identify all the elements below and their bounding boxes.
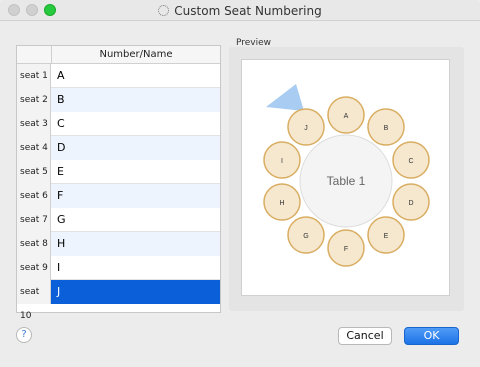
seat-name-field[interactable]: G — [51, 208, 220, 232]
seat-b: B — [367, 108, 405, 146]
seat-label: seat 7 — [17, 208, 51, 232]
table-row[interactable]: seat 6 F — [17, 184, 220, 208]
seat-label: seat 1 — [17, 64, 51, 88]
seat-f: F — [327, 229, 365, 267]
seat-d-label: D — [408, 200, 413, 207]
seat-name-field[interactable]: J — [51, 280, 220, 304]
seat-name-field[interactable]: H — [51, 232, 220, 256]
seat-i-label: I — [281, 158, 283, 165]
seat-label: seat 6 — [17, 184, 51, 208]
seat-name-field[interactable]: F — [51, 184, 220, 208]
cancel-button[interactable]: Cancel — [338, 327, 392, 345]
help-button[interactable]: ? — [16, 327, 32, 343]
seat-a-label: A — [344, 113, 349, 120]
table-row[interactable]: seat 9 I — [17, 256, 220, 280]
seat-e: E — [367, 216, 405, 254]
seat-name-field[interactable]: E — [51, 160, 220, 184]
window-title: Custom Seat Numbering — [174, 3, 322, 18]
seat-a: A — [327, 96, 365, 134]
seat-label: seat 8 — [17, 232, 51, 256]
seat-c-label: C — [408, 158, 413, 165]
column-header-number-name[interactable]: Number/Name — [51, 46, 220, 63]
table-row[interactable]: seat 8 H — [17, 232, 220, 256]
seat-h: H — [263, 183, 301, 221]
seat-j: J — [287, 108, 325, 146]
seat-name-field[interactable]: B — [51, 88, 220, 112]
seat-label: seat 5 — [17, 160, 51, 184]
dialog-window: Custom Seat Numbering Number/Name seat 1… — [0, 0, 480, 367]
title-container: Custom Seat Numbering — [0, 0, 480, 21]
table-row-selected[interactable]: seat 10 J — [17, 280, 220, 321]
table-row[interactable]: seat 3 C — [17, 112, 220, 136]
seat-label: seat 9 — [17, 256, 51, 280]
seat-table: Number/Name seat 1 A seat 2 B seat 3 C s… — [16, 45, 221, 321]
seat-label: seat 10 — [17, 280, 51, 321]
table-row[interactable]: seat 1 A — [17, 64, 220, 88]
seat-d: D — [392, 183, 430, 221]
seat-f-label: F — [344, 246, 348, 253]
orientation-marker-icon — [266, 84, 304, 111]
seat-name-field[interactable]: D — [51, 136, 220, 160]
seat-name-field[interactable]: C — [51, 112, 220, 136]
table-row[interactable]: seat 7 G — [17, 208, 220, 232]
ok-button[interactable]: OK — [404, 327, 459, 345]
table-row[interactable]: seat 2 B — [17, 88, 220, 112]
seat-h-label: H — [279, 200, 284, 207]
seat-c: C — [392, 141, 430, 179]
seat-g-label: G — [303, 233, 308, 240]
table-row[interactable]: seat 4 D — [17, 136, 220, 160]
seat-b-label: B — [384, 125, 389, 132]
preview-canvas: A B C D E F G H I J Table 1 — [241, 59, 450, 296]
seat-i: I — [263, 141, 301, 179]
dotted-circle-icon — [158, 5, 170, 16]
seating-diagram: A B C D E F G H I J Table 1 — [263, 84, 430, 267]
seat-label: seat 3 — [17, 112, 51, 136]
seat-g: G — [287, 216, 325, 254]
table-header: Number/Name — [17, 46, 220, 64]
seat-name-field[interactable]: I — [51, 256, 220, 280]
seat-label: seat 2 — [17, 88, 51, 112]
seat-j-label: J — [304, 125, 308, 132]
title-bar: Custom Seat Numbering — [0, 0, 480, 21]
seat-e-label: E — [384, 233, 389, 240]
seat-label: seat 4 — [17, 136, 51, 160]
table-name-label: Table 1 — [327, 174, 366, 188]
table-row[interactable]: seat 5 E — [17, 160, 220, 184]
seat-name-field[interactable]: A — [51, 64, 220, 88]
